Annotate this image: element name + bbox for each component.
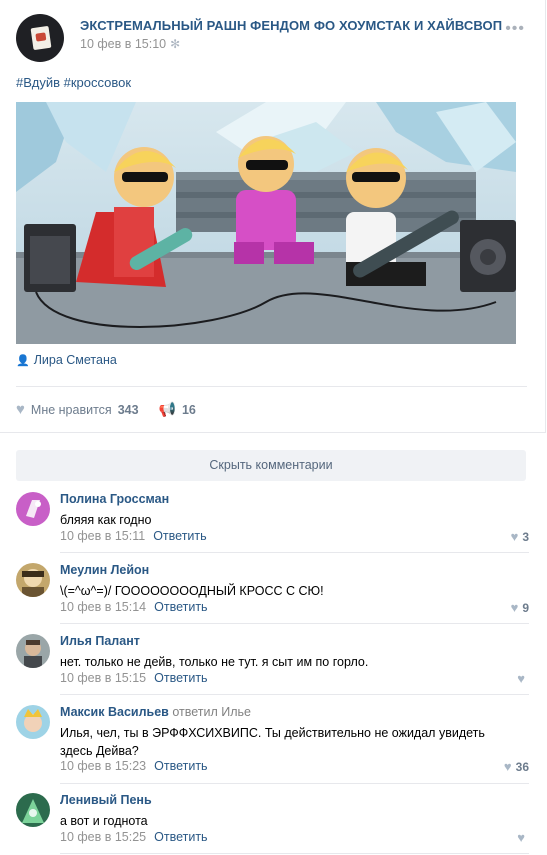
gear-icon: ✻ (170, 37, 181, 51)
avatar[interactable] (16, 793, 50, 827)
comment-meta: 10 фев в 15:14 Ответить (60, 600, 208, 614)
comment-date[interactable]: 10 фев в 15:25 (60, 830, 146, 844)
comment-author[interactable]: Ленивый Пень (60, 793, 152, 807)
group-name[interactable]: ЭКСТРЕМАЛЬНЫЙ РАШН ФЕНДОМ ФО ХОУМСТАК И … (80, 18, 502, 33)
share-icon[interactable]: 📢 (159, 401, 176, 418)
comment-text: Илья, чел, ты в ЭРФФХСИХВИПС. Ты действи… (60, 726, 485, 758)
comment-item: Меулин Лейон \(=^ω^=)/ ГООООООООДНЫЙ КРО… (16, 563, 529, 623)
comment-item: Ленивый Пень а вот и годнота 10 фев в 15… (16, 793, 529, 851)
post-date[interactable]: 10 фев в 15:10 ✻ (80, 37, 180, 51)
comment-meta: 10 фев в 15:11 Ответить (60, 529, 207, 543)
avatar[interactable] (16, 634, 50, 668)
comment-author[interactable]: Полина Гроссман (60, 492, 169, 506)
comment-text: бляяя как годно (60, 513, 152, 527)
comment-item: Максик Васильев ответил Илье Илья, чел, … (16, 705, 529, 783)
comment-date[interactable]: 10 фев в 15:11 (60, 529, 145, 543)
photo-author-name[interactable]: Лира Сметана (34, 353, 117, 367)
comment-author[interactable]: Максик Васильев ответил Илье (60, 705, 251, 719)
share-count[interactable]: 16 (182, 403, 196, 417)
comment-date[interactable]: 10 фев в 15:23 (60, 759, 146, 773)
comment-author[interactable]: Илья Палант (60, 634, 140, 648)
divider (16, 386, 527, 387)
avatar[interactable] (16, 563, 50, 597)
comment-text: а вот и годнота (60, 814, 148, 828)
replied-to[interactable]: ответил Илье (172, 705, 251, 719)
avatar[interactable] (16, 492, 50, 526)
comment-meta: 10 фев в 15:15 Ответить (60, 671, 208, 685)
divider (60, 853, 529, 854)
post-date-text[interactable]: 10 фев в 15:10 (80, 37, 166, 51)
post-photo[interactable] (16, 102, 516, 344)
comment-like-count: 36 (515, 760, 529, 774)
comment-like-count: 3 (522, 530, 529, 544)
comment-item: Илья Палант нет. только не дейв, только … (16, 634, 529, 694)
photo-author[interactable]: 👤 Лира Сметана (16, 353, 117, 367)
comment-like-button[interactable]: ♥ 3 (511, 529, 529, 544)
hide-comments-button[interactable]: Скрыть комментарии (16, 450, 526, 481)
reply-button[interactable]: Ответить (154, 600, 207, 614)
comment-meta: 10 фев в 15:25 Ответить (60, 830, 208, 844)
reply-button[interactable]: Ответить (154, 671, 207, 685)
comment-meta: 10 фев в 15:23 Ответить (60, 759, 208, 773)
like-count[interactable]: 343 (118, 403, 139, 417)
heart-icon: ♥ (503, 759, 512, 774)
comment-like-button[interactable]: ♥ 36 (504, 759, 529, 774)
like-button[interactable]: Мне нравится (31, 403, 112, 417)
comment-like-button[interactable]: ♥ 9 (511, 600, 529, 615)
comment-date[interactable]: 10 фев в 15:14 (60, 600, 146, 614)
divider (60, 694, 529, 695)
heart-icon: ♥ (517, 671, 525, 686)
group-avatar[interactable] (16, 14, 64, 62)
comment-text: \(=^ω^=)/ ГООООООООДНЫЙ КРОСС С СЮ! (60, 584, 324, 598)
heart-icon: ♥ (510, 600, 519, 615)
comment-date[interactable]: 10 фев в 15:15 (60, 671, 146, 685)
heart-icon: ♥ (517, 830, 525, 845)
reply-button[interactable]: Ответить (154, 830, 207, 844)
reply-button[interactable]: Ответить (154, 759, 207, 773)
heart-icon[interactable]: ♥ (16, 401, 25, 418)
comment-author-name[interactable]: Максик Васильев (60, 705, 169, 719)
divider (60, 552, 529, 553)
divider (60, 623, 529, 624)
comment-like-button[interactable]: ♥ (517, 830, 529, 845)
comment-item: Полина Гроссман бляяя как годно 10 фев в… (16, 492, 529, 552)
divider (60, 783, 529, 784)
reply-button[interactable]: Ответить (153, 529, 206, 543)
comment-like-button[interactable]: ♥ (517, 671, 529, 686)
avatar[interactable] (16, 705, 50, 739)
post-card: ЭКСТРЕМАЛЬНЫЙ РАШН ФЕНДОМ ФО ХОУМСТАК И … (0, 0, 546, 433)
more-dots-icon[interactable]: ••• (505, 20, 525, 38)
comment-like-count: 9 (522, 601, 529, 615)
post-actions: ♥ Мне нравится 343 📢 16 (16, 401, 196, 418)
comment-text: нет. только не дейв, только не тут. я сы… (60, 655, 369, 669)
comment-author[interactable]: Меулин Лейон (60, 563, 149, 577)
person-icon: 👤 (16, 355, 30, 367)
heart-icon: ♥ (510, 529, 519, 544)
post-hashtags[interactable]: #Вдуйв #кроссовок (16, 75, 131, 90)
